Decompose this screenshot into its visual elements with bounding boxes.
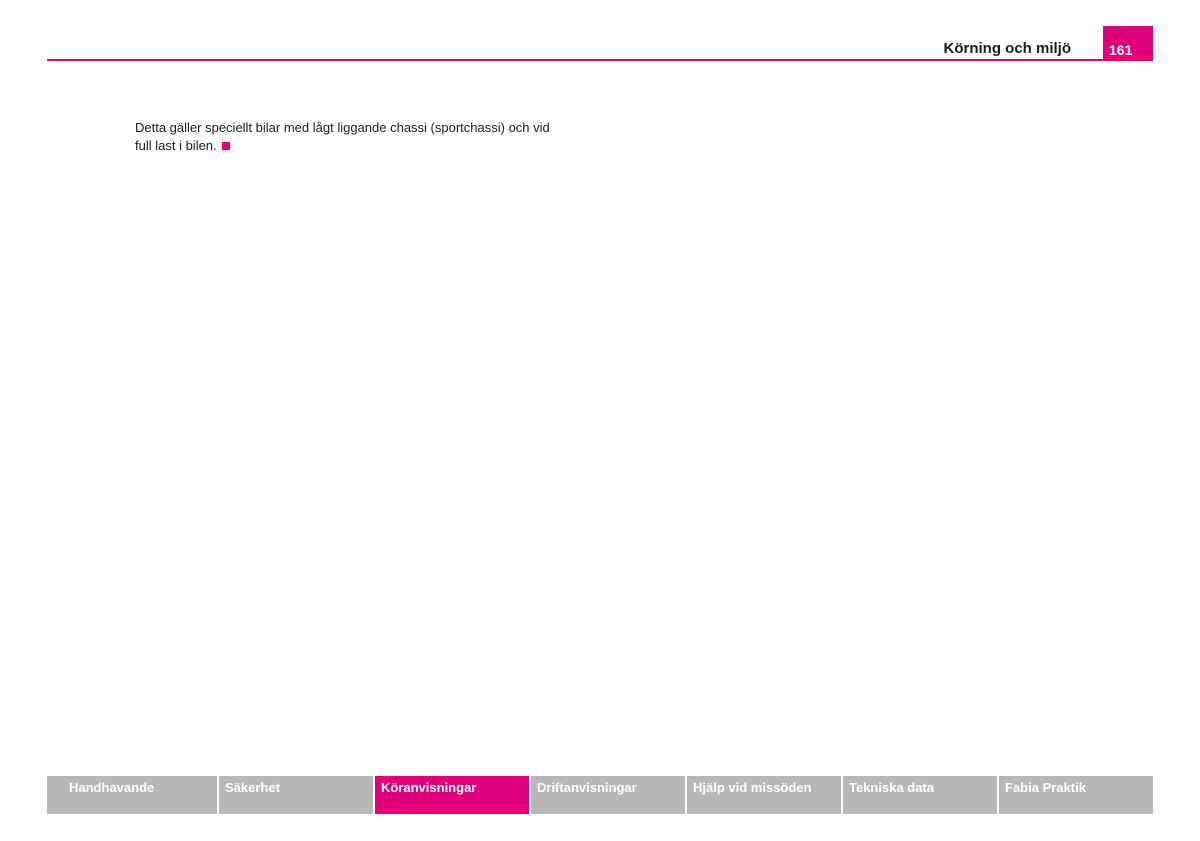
- footer-nav: Handhavande Säkerhet Köranvisningar Drif…: [47, 776, 1153, 814]
- nav-tab-handhavande[interactable]: Handhavande: [47, 776, 217, 814]
- end-of-section-icon: [221, 142, 230, 150]
- nav-tab-sakerhet[interactable]: Säkerhet: [219, 776, 373, 814]
- nav-tab-koranvisningar[interactable]: Köranvisningar: [375, 776, 529, 814]
- header-rule: [47, 59, 1153, 61]
- nav-tab-hjalp-vid-missoden[interactable]: Hjälp vid missöden: [687, 776, 841, 814]
- nav-tab-fabia-praktik[interactable]: Fabia Praktik: [999, 776, 1153, 814]
- nav-tab-driftanvisningar[interactable]: Driftanvisningar: [531, 776, 685, 814]
- page-number: 161: [1109, 42, 1133, 58]
- nav-tab-tekniska-data[interactable]: Tekniska data: [843, 776, 997, 814]
- body-line-1: Detta gäller speciellt bilar med lågt li…: [135, 120, 550, 135]
- body-paragraph: Detta gäller speciellt bilar med lågt li…: [135, 119, 605, 155]
- body-line-2: full last i bilen.: [135, 138, 217, 153]
- section-title: Körning och miljö: [943, 40, 1072, 57]
- page-number-box: 161: [1103, 26, 1153, 61]
